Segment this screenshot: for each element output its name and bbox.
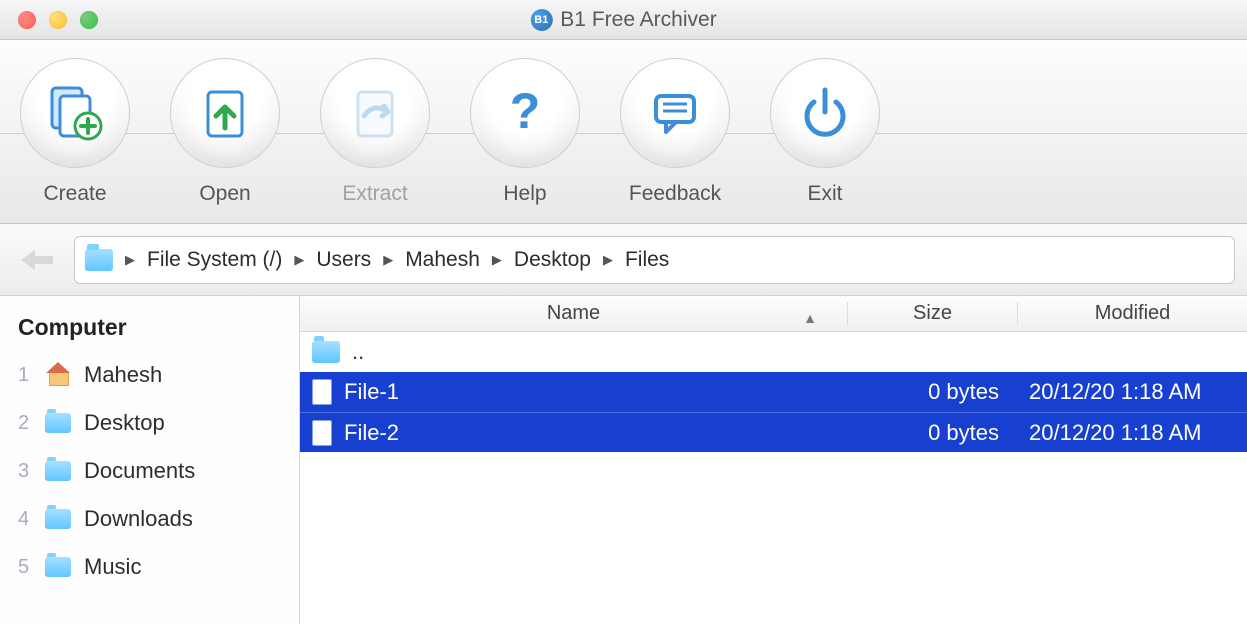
folder-icon bbox=[44, 461, 72, 481]
help-label: Help bbox=[503, 182, 546, 206]
window-controls bbox=[0, 11, 98, 29]
main-area: Computer 1 Mahesh 2 Desktop 3 Documents … bbox=[0, 296, 1247, 624]
column-headers: Name ▲ Size Modified bbox=[300, 296, 1247, 332]
sidebar-item-label: Music bbox=[84, 554, 141, 580]
sidebar-title: Computer bbox=[0, 310, 299, 351]
column-name-label: Name bbox=[547, 302, 600, 324]
extract-button: Extract bbox=[300, 58, 450, 206]
breadcrumb-segment[interactable]: Files bbox=[625, 248, 669, 272]
sidebar-item-label: Documents bbox=[84, 458, 195, 484]
column-name[interactable]: Name ▲ bbox=[300, 302, 847, 325]
chevron-right-icon: ▶ bbox=[121, 252, 139, 268]
file-pane: Name ▲ Size Modified .. File-1 0 byt bbox=[300, 296, 1247, 624]
toolbar: Create Open Extract ? Help bbox=[0, 40, 1247, 224]
folder-icon bbox=[85, 249, 113, 271]
sidebar-item-label: Mahesh bbox=[84, 362, 162, 388]
open-icon bbox=[170, 58, 280, 168]
sidebar-item-number: 2 bbox=[18, 412, 32, 435]
chevron-right-icon: ▶ bbox=[290, 252, 308, 268]
close-window-button[interactable] bbox=[18, 11, 36, 29]
sidebar-item-downloads[interactable]: 4 Downloads bbox=[0, 495, 299, 543]
sidebar-item-music[interactable]: 5 Music bbox=[0, 543, 299, 591]
file-icon bbox=[312, 420, 332, 446]
chevron-right-icon: ▶ bbox=[599, 252, 617, 268]
help-icon: ? bbox=[470, 58, 580, 168]
feedback-label: Feedback bbox=[629, 182, 721, 206]
chevron-right-icon: ▶ bbox=[379, 252, 397, 268]
file-size: 0 bytes bbox=[847, 420, 1017, 446]
create-icon bbox=[20, 58, 130, 168]
breadcrumb-segment[interactable]: Desktop bbox=[514, 248, 591, 272]
folder-icon bbox=[44, 413, 72, 433]
file-name: File-2 bbox=[344, 420, 399, 446]
zoom-window-button[interactable] bbox=[80, 11, 98, 29]
open-button[interactable]: Open bbox=[150, 58, 300, 206]
sidebar-item-label: Desktop bbox=[84, 410, 165, 436]
path-box: ▶ File System (/) ▶ Users ▶ Mahesh ▶ Des… bbox=[74, 236, 1235, 284]
file-row[interactable]: File-1 0 bytes 20/12/20 1:18 AM bbox=[300, 372, 1247, 412]
sidebar-item-documents[interactable]: 3 Documents bbox=[0, 447, 299, 495]
exit-icon bbox=[770, 58, 880, 168]
svg-text:?: ? bbox=[510, 83, 541, 139]
sidebar-item-number: 1 bbox=[18, 364, 32, 387]
app-title-text: B1 Free Archiver bbox=[560, 8, 716, 32]
app-badge-icon: B1 bbox=[530, 9, 552, 31]
sidebar-item-label: Downloads bbox=[84, 506, 193, 532]
column-size[interactable]: Size bbox=[847, 302, 1017, 325]
chevron-right-icon: ▶ bbox=[488, 252, 506, 268]
extract-icon bbox=[320, 58, 430, 168]
feedback-button[interactable]: Feedback bbox=[600, 58, 750, 206]
breadcrumb-segment[interactable]: File System (/) bbox=[147, 248, 282, 272]
create-button[interactable]: Create bbox=[0, 58, 150, 206]
file-icon bbox=[312, 379, 332, 405]
help-button[interactable]: ? Help bbox=[450, 58, 600, 206]
sort-ascending-icon: ▲ bbox=[803, 310, 817, 326]
sidebar-item-number: 4 bbox=[18, 508, 32, 531]
sidebar: Computer 1 Mahesh 2 Desktop 3 Documents … bbox=[0, 296, 300, 624]
file-rows: .. File-1 0 bytes 20/12/20 1:18 AM File-… bbox=[300, 332, 1247, 624]
folder-icon bbox=[44, 557, 72, 577]
feedback-icon bbox=[620, 58, 730, 168]
window-title: B1 B1 Free Archiver bbox=[530, 8, 716, 32]
file-modified: 20/12/20 1:18 AM bbox=[1017, 420, 1247, 446]
folder-icon bbox=[312, 341, 340, 363]
minimize-window-button[interactable] bbox=[49, 11, 67, 29]
file-name: File-1 bbox=[344, 379, 399, 405]
exit-label: Exit bbox=[807, 182, 842, 206]
sidebar-item-number: 3 bbox=[18, 460, 32, 483]
back-button[interactable] bbox=[12, 248, 62, 272]
breadcrumb-bar: ▶ File System (/) ▶ Users ▶ Mahesh ▶ Des… bbox=[0, 224, 1247, 296]
exit-button[interactable]: Exit bbox=[750, 58, 900, 206]
file-row-parent[interactable]: .. bbox=[300, 332, 1247, 372]
breadcrumb-segment[interactable]: Mahesh bbox=[405, 248, 480, 272]
column-modified[interactable]: Modified bbox=[1017, 302, 1247, 325]
extract-label: Extract bbox=[342, 182, 407, 206]
open-label: Open bbox=[199, 182, 250, 206]
sidebar-item-number: 5 bbox=[18, 556, 32, 579]
folder-icon bbox=[44, 509, 72, 529]
create-label: Create bbox=[43, 182, 106, 206]
file-row[interactable]: File-2 0 bytes 20/12/20 1:18 AM bbox=[300, 412, 1247, 452]
file-modified: 20/12/20 1:18 AM bbox=[1017, 379, 1247, 405]
breadcrumb-segment[interactable]: Users bbox=[316, 248, 371, 272]
sidebar-item-desktop[interactable]: 2 Desktop bbox=[0, 399, 299, 447]
titlebar: B1 B1 Free Archiver bbox=[0, 0, 1247, 40]
file-name: .. bbox=[352, 339, 364, 365]
home-icon bbox=[44, 364, 72, 386]
file-size: 0 bytes bbox=[847, 379, 1017, 405]
sidebar-item-mahesh[interactable]: 1 Mahesh bbox=[0, 351, 299, 399]
